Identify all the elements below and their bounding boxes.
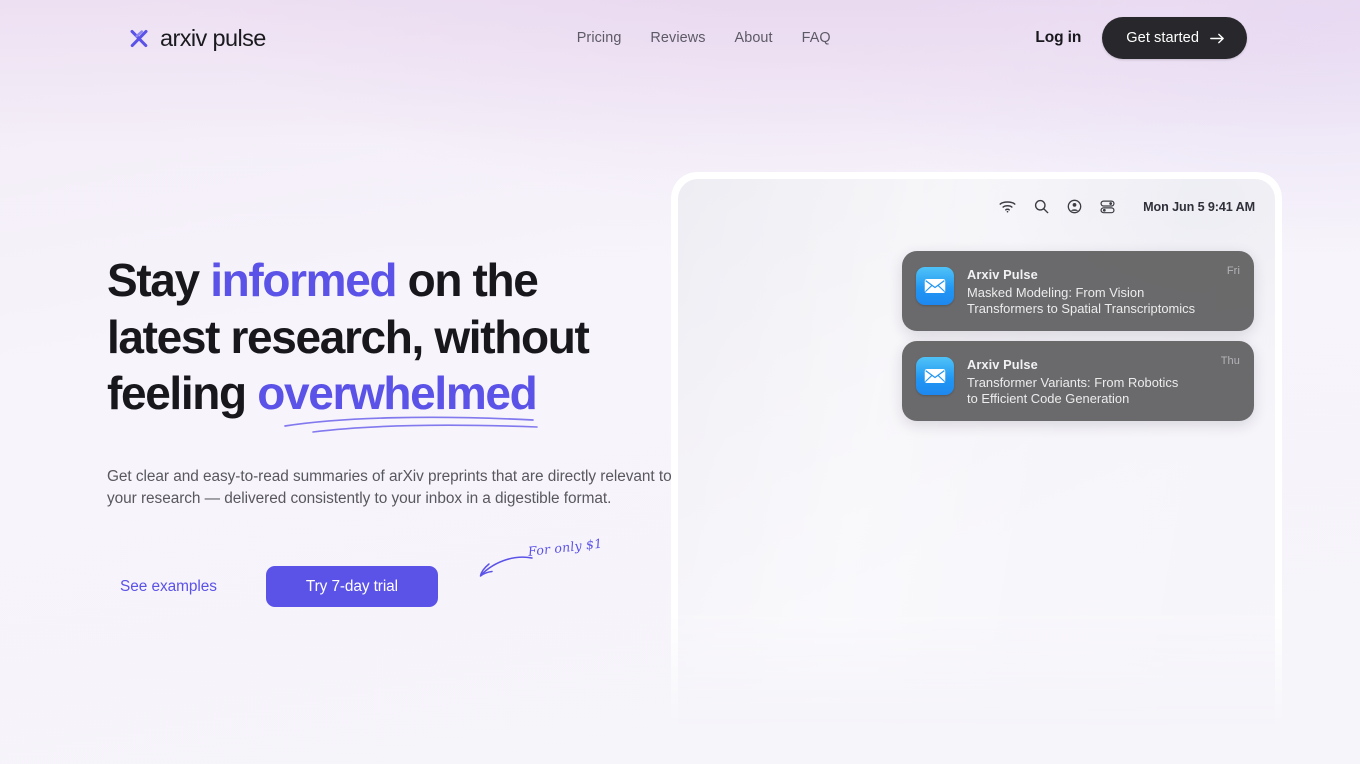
wifi-icon[interactable] [999, 200, 1016, 213]
search-icon[interactable] [1034, 199, 1049, 214]
brand-logo[interactable]: arxiv pulse [128, 25, 266, 52]
nav-item-faq[interactable]: FAQ [802, 30, 831, 46]
headline-line-1: Stay informed on the [107, 252, 707, 309]
hero-cta-row: See examples Try 7-day trial For only $1 [107, 535, 707, 608]
get-started-button[interactable]: Get started [1102, 17, 1247, 59]
arrow-right-icon [1210, 33, 1224, 43]
hero-section: Stay informed on the latest research, wi… [107, 252, 707, 608]
notification-timestamp: Thu [1220, 355, 1240, 368]
notification-app-name: Arxiv Pulse [967, 267, 1038, 282]
control-center-icon[interactable] [1100, 200, 1115, 214]
headline-text-c: feeling [107, 367, 258, 419]
nav-item-reviews[interactable]: Reviews [650, 30, 705, 46]
notification-item[interactable]: Arxiv Pulse Transformer Variants: From R… [902, 341, 1254, 422]
nav-item-pricing[interactable]: Pricing [577, 30, 622, 46]
page-title: Stay informed on the latest research, wi… [107, 252, 707, 433]
headline-line-2: latest research, without [107, 310, 590, 363]
notification-message: Transformer Variants: From Robotics to E… [967, 375, 1179, 406]
mail-icon [916, 357, 954, 396]
brand-name: arxiv pulse [160, 24, 266, 51]
headline-accent-informed: informed [210, 254, 397, 306]
menubar-clock[interactable]: Mon Jun 5 9:41 AM [1143, 200, 1255, 214]
notification-item[interactable]: Arxiv Pulse Masked Modeling: From Vision… [902, 251, 1254, 332]
device-screen: Mon Jun 5 9:41 AM Arxiv Pulse Masked Mod… [678, 179, 1275, 732]
curved-arrow-icon [479, 556, 533, 577]
notification-timestamp: Fri [1226, 265, 1240, 277]
control-center-user-icon[interactable] [1067, 199, 1082, 214]
notification-body: Arxiv Pulse Masked Modeling: From Vision… [967, 265, 1195, 316]
notification-body: Arxiv Pulse Transformer Variants: From R… [967, 355, 1178, 406]
site-header: arxiv pulse Pricing Reviews About FAQ Lo… [0, 0, 1360, 76]
see-examples-link[interactable]: See examples [120, 578, 217, 596]
mac-menubar: Mon Jun 5 9:41 AM [999, 199, 1255, 214]
headline-text-b: on the [396, 254, 539, 306]
price-annotation: For only $1 [470, 535, 615, 592]
headline-text-a: Stay [107, 254, 211, 306]
notification-app-name: Arxiv Pulse [967, 357, 1038, 373]
get-started-label: Get started [1126, 30, 1199, 46]
notification-stack: Arxiv Pulse Masked Modeling: From Vision… [902, 251, 1254, 422]
header-actions: Log in Get started [1035, 17, 1247, 59]
price-annotation-text: For only $1 [527, 535, 604, 559]
headline-accent-overwhelmed: overwhelmed [257, 367, 538, 419]
hero-subhead: Get clear and easy-to-read summaries of … [107, 467, 672, 508]
headline-line-3: feeling overwhelmed [107, 365, 707, 433]
main-nav: Pricing Reviews About FAQ [577, 30, 831, 46]
login-link[interactable]: Log in [1035, 29, 1081, 47]
notification-message: Masked Modeling: From Vision Transformer… [967, 285, 1196, 316]
mail-icon [916, 267, 954, 305]
nav-item-about[interactable]: About [735, 30, 773, 46]
try-trial-button[interactable]: Try 7-day trial [265, 566, 438, 608]
device-mockup: Mon Jun 5 9:41 AM Arxiv Pulse Masked Mod… [671, 172, 1282, 732]
x-logo-icon [130, 29, 148, 47]
